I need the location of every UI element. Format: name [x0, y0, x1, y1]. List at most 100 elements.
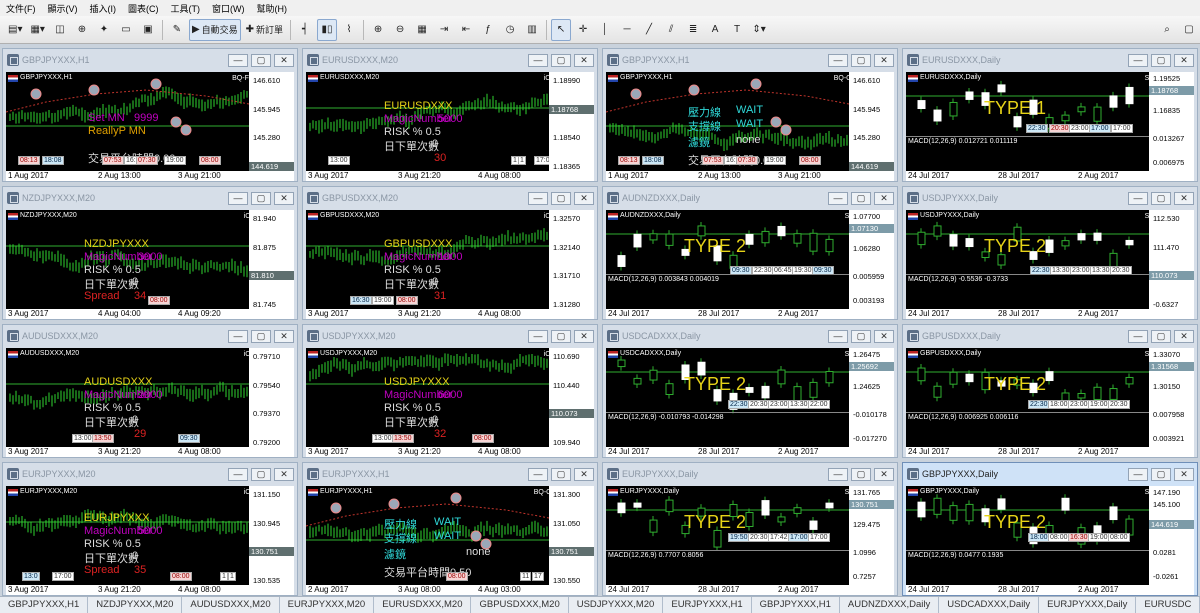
chart-window[interactable]: EURUSDXXX,Daily—▢✕EURUSDXXX,DailySecret … [902, 48, 1198, 182]
horizontal-line-icon[interactable]: ─ [617, 19, 637, 41]
chart-tab[interactable]: EURUSDC [1136, 597, 1200, 613]
close-button[interactable]: ✕ [274, 329, 294, 343]
fibonacci-icon[interactable]: ≣ [683, 19, 703, 41]
chart-window[interactable]: GBPJPYXXX,H1—▢✕GBPJPYXXX,H1BQ-Follow v2.… [2, 48, 298, 182]
search-icon[interactable]: ⌕ [1157, 19, 1177, 41]
chart-tab[interactable]: NZDJPYXXX,M20 [88, 597, 183, 613]
indicators-icon[interactable]: ƒ [478, 19, 498, 41]
meta-editor-icon[interactable]: ✎ [167, 19, 187, 41]
chart-window-titlebar[interactable]: EURJPYXXX,H1 — ▢ ✕ [303, 463, 597, 485]
minimize-button[interactable]: — [228, 191, 248, 205]
menu-item[interactable]: 幫助(H) [251, 2, 294, 15]
minimize-button[interactable]: — [1128, 329, 1148, 343]
close-button[interactable]: ✕ [1174, 53, 1194, 67]
chart-window-titlebar[interactable]: EURUSDXXX,Daily — ▢ ✕ [903, 49, 1197, 71]
chart-window[interactable]: EURUSDXXX,M20—▢✕EURUSDXXX,M20iCOOL v1.0E… [302, 48, 598, 182]
close-button[interactable]: ✕ [874, 53, 894, 67]
chart-tab[interactable]: GBPJPYXXX,H1 [752, 597, 840, 613]
menu-item[interactable]: 顯示(V) [42, 2, 84, 15]
chart-tab[interactable]: AUDNZDXXX,Daily [840, 597, 940, 613]
chart-tab[interactable]: EURJPYXXX,H1 [663, 597, 752, 613]
strategy-tester-icon[interactable]: ▣ [138, 19, 158, 41]
menu-item[interactable]: 插入(I) [84, 2, 123, 15]
minimize-button[interactable]: — [528, 53, 548, 67]
minimize-button[interactable]: — [228, 467, 248, 481]
menu-item[interactable]: 窗口(W) [206, 2, 251, 15]
navigator-icon[interactable]: ✦ [94, 19, 114, 41]
chart-window-titlebar[interactable]: GBPJPYXXX,H1 — ▢ ✕ [603, 49, 897, 71]
maximize-button[interactable]: ▢ [851, 191, 871, 205]
arrows-icon[interactable]: ⇕▾ [749, 19, 769, 41]
close-button[interactable]: ✕ [1174, 467, 1194, 481]
menu-item[interactable]: 工具(T) [165, 2, 207, 15]
chart-window-titlebar[interactable]: GBPUSDXXX,M20 — ▢ ✕ [303, 187, 597, 209]
chart-window-titlebar[interactable]: EURJPYXXX,M20 — ▢ ✕ [3, 463, 297, 485]
menu-item[interactable]: 文件(F) [0, 2, 42, 15]
minimize-button[interactable]: — [228, 53, 248, 67]
new-order-button[interactable]: ✚ 新訂單 [243, 19, 286, 41]
maximize-button[interactable]: ▢ [551, 53, 571, 67]
minimize-button[interactable]: — [528, 329, 548, 343]
minimize-button[interactable]: — [528, 467, 548, 481]
maximize-button[interactable]: ▢ [1151, 191, 1171, 205]
chart-window[interactable]: USDJPYXXX,Daily—▢✕USDJPYXXX,DailySecret … [902, 186, 1198, 320]
chart-shift-icon[interactable]: ⇤ [456, 19, 476, 41]
chart-window[interactable]: EURJPYXXX,H1—▢✕EURJPYXXX,H1BQ-Ghost v1.0… [302, 462, 598, 596]
chart-tab[interactable]: EURJPYXXX,Daily [1039, 597, 1137, 613]
minimize-button[interactable]: — [828, 53, 848, 67]
minimize-button[interactable]: — [1128, 191, 1148, 205]
chart-window[interactable]: USDJPYXXX,M20—▢✕USDJPYXXX,M20iCOOL v1.0U… [302, 324, 598, 458]
chart-window-titlebar[interactable]: GBPJPYXXX,Daily — ▢ ✕ [903, 463, 1197, 485]
close-button[interactable]: ✕ [1174, 329, 1194, 343]
tile-windows-icon[interactable]: ▦ [412, 19, 432, 41]
maximize-button[interactable]: ▢ [1151, 329, 1171, 343]
close-button[interactable]: ✕ [274, 467, 294, 481]
chart-window-titlebar[interactable]: EURJPYXXX,Daily — ▢ ✕ [603, 463, 897, 485]
close-button[interactable]: ✕ [574, 53, 594, 67]
chart-window-titlebar[interactable]: AUDNZDXXX,Daily — ▢ ✕ [603, 187, 897, 209]
minimize-button[interactable]: — [528, 191, 548, 205]
chart-window-titlebar[interactable]: EURUSDXXX,M20 — ▢ ✕ [303, 49, 597, 71]
close-button[interactable]: ✕ [874, 467, 894, 481]
chart-window[interactable]: GBPUSDXXX,Daily—▢✕GBPUSDXXX,DailySecret … [902, 324, 1198, 458]
chart-window-titlebar[interactable]: USDJPYXXX,M20 — ▢ ✕ [303, 325, 597, 347]
profiles-icon[interactable]: ▦▾ [27, 19, 47, 41]
chart-window[interactable]: GBPJPYXXX,Daily—▢✕GBPJPYXXX,DailySecret … [902, 462, 1198, 596]
auto-trade-button[interactable]: ▶ 自動交易 [188, 18, 241, 41]
chart-tab[interactable]: USDCADXXX,Daily [939, 597, 1040, 613]
crosshair-icon[interactable]: ✛ [573, 19, 593, 41]
chart-window[interactable]: NZDJPYXXX,M20—▢✕NZDJPYXXX,M20iCOOL v1.0N… [2, 186, 298, 320]
maximize-button[interactable]: ▢ [251, 53, 271, 67]
maximize-button[interactable]: ▢ [851, 329, 871, 343]
close-button[interactable]: ✕ [874, 329, 894, 343]
maximize-button[interactable]: ▢ [851, 467, 871, 481]
minimize-button[interactable]: — [228, 329, 248, 343]
chart-tab[interactable]: AUDUSDXXX,M20 [182, 597, 280, 613]
chart-window-titlebar[interactable]: USDCADXXX,Daily — ▢ ✕ [603, 325, 897, 347]
close-button[interactable]: ✕ [274, 191, 294, 205]
close-button[interactable]: ✕ [274, 53, 294, 67]
templates-icon[interactable]: ▥ [522, 19, 542, 41]
equidistant-channel-icon[interactable]: ⫽ [661, 19, 681, 41]
chart-window[interactable]: EURJPYXXX,Daily—▢✕EURJPYXXX,DailySecret … [602, 462, 898, 596]
close-button[interactable]: ✕ [574, 191, 594, 205]
maximize-button[interactable]: ▢ [251, 329, 271, 343]
market-watch-icon[interactable]: ◫ [50, 19, 70, 41]
minimize-button[interactable]: — [828, 329, 848, 343]
minimize-button[interactable]: — [828, 467, 848, 481]
close-button[interactable]: ✕ [874, 191, 894, 205]
chart-tab[interactable]: USDJPYXXX,M20 [569, 597, 664, 613]
label-icon[interactable]: T [727, 19, 747, 41]
chart-window[interactable]: EURJPYXXX,M20—▢✕EURJPYXXX,M20iCOOL v1.0E… [2, 462, 298, 596]
chart-window-titlebar[interactable]: GBPUSDXXX,Daily — ▢ ✕ [903, 325, 1197, 347]
maximize-button[interactable]: ▢ [851, 53, 871, 67]
chart-window[interactable]: GBPJPYXXX,H1—▢✕GBPJPYXXX,H1BQ-Ghost v1.0… [602, 48, 898, 182]
chart-tab[interactable]: GBPUSDXXX,M20 [471, 597, 569, 613]
chart-window-titlebar[interactable]: AUDUSDXXX,M20 — ▢ ✕ [3, 325, 297, 347]
chat-icon[interactable]: ▢ [1179, 19, 1199, 41]
chart-window[interactable]: AUDNZDXXX,Daily—▢✕AUDNZDXXX,DailySecret … [602, 186, 898, 320]
data-window-icon[interactable]: ⊕ [72, 19, 92, 41]
vertical-line-icon[interactable]: │ [595, 19, 615, 41]
chart-window-titlebar[interactable]: GBPJPYXXX,H1 — ▢ ✕ [3, 49, 297, 71]
close-button[interactable]: ✕ [1174, 191, 1194, 205]
